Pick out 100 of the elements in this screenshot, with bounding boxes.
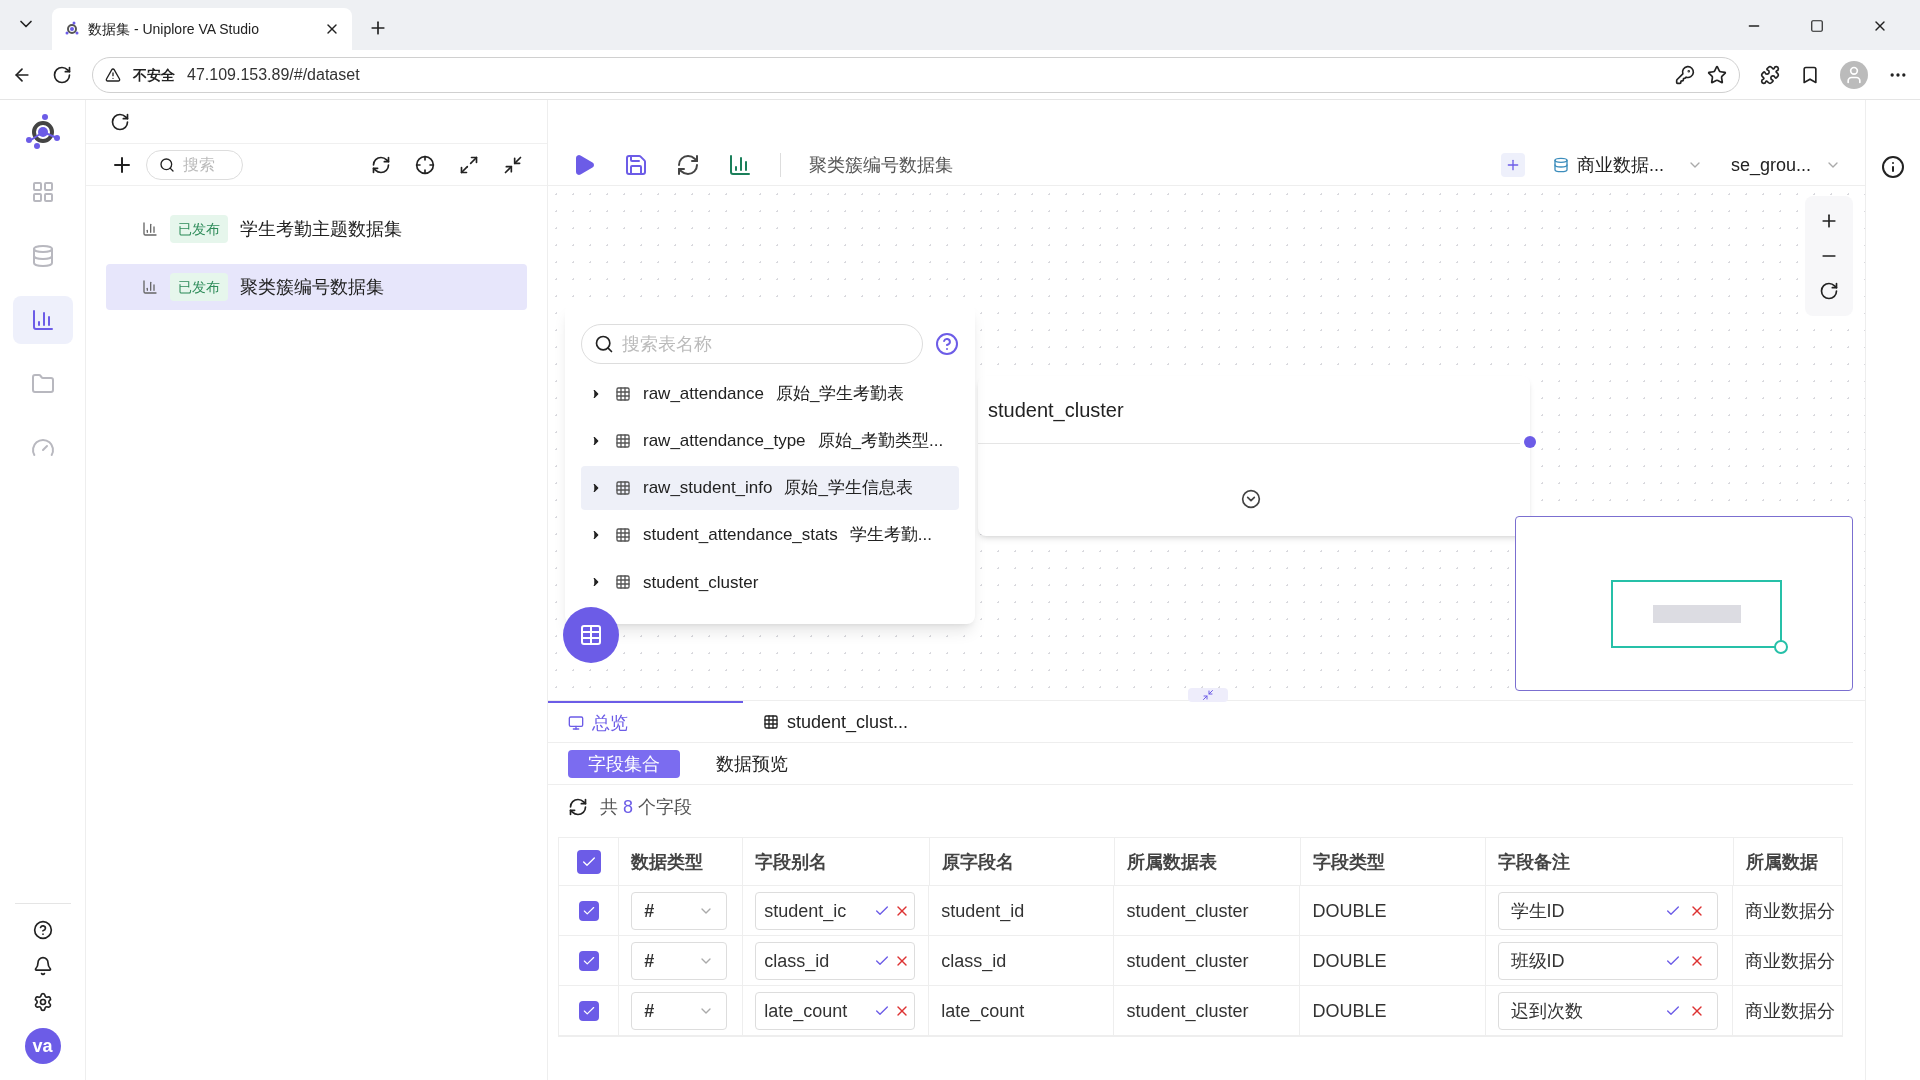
address-field[interactable]: 不安全 47.109.153.89/#/dataset xyxy=(92,56,1740,93)
table-icon xyxy=(615,574,631,591)
url-text: 47.109.153.89/#/dataset xyxy=(187,64,360,85)
chart-icon[interactable] xyxy=(728,152,752,177)
remark-field[interactable]: 学生ID xyxy=(1497,891,1718,930)
key-icon[interactable] xyxy=(1675,64,1695,85)
remark-field[interactable]: 迟到次数 xyxy=(1497,991,1718,1030)
refresh-icon[interactable] xyxy=(110,111,130,132)
sync-icon[interactable] xyxy=(371,154,391,175)
status-badge: 已发布 xyxy=(170,273,228,301)
dataset-icon xyxy=(142,221,158,237)
alias-field[interactable]: student_ic xyxy=(755,891,916,930)
info-icon[interactable] xyxy=(1881,155,1905,179)
reset-icon[interactable] xyxy=(1819,280,1839,301)
bell-icon[interactable] xyxy=(32,956,53,976)
sub-tab[interactable]: 数据预览 xyxy=(696,749,808,778)
warning-icon xyxy=(105,66,121,83)
column-header: 字段备注 xyxy=(1498,850,1571,874)
refresh-icon[interactable] xyxy=(568,797,588,817)
table-cell-text: DOUBLE xyxy=(1312,949,1387,973)
source-select[interactable]: 商业数据... xyxy=(1553,150,1703,179)
status-badge: 已发布 xyxy=(170,215,228,243)
favorites-icon[interactable] xyxy=(1800,64,1820,85)
row-checkbox[interactable] xyxy=(578,950,599,971)
star-icon[interactable] xyxy=(1707,64,1727,85)
table-list-button[interactable] xyxy=(563,607,619,663)
column-header: 字段别名 xyxy=(755,850,828,874)
table-name: student_attendance_stats xyxy=(643,524,838,547)
database-icon xyxy=(30,244,55,268)
dataset-name: 聚类簇编号数据集 xyxy=(240,276,384,299)
database-icon xyxy=(1553,156,1569,173)
select-all-checkbox[interactable] xyxy=(576,849,601,874)
alias-field[interactable]: late_count xyxy=(755,991,916,1030)
locate-icon[interactable] xyxy=(415,154,435,175)
browser-tab[interactable]: 数据集 - Uniplore VA Studio xyxy=(52,8,352,50)
table-cell-text: 商业数据分 xyxy=(1745,949,1835,973)
column-header: 原字段名 xyxy=(941,850,1014,874)
dataset-title: 聚类簇编号数据集 xyxy=(809,153,953,177)
dataset-item[interactable]: 已发布 聚类簇编号数据集 xyxy=(106,264,527,310)
alias-field[interactable]: class_id xyxy=(755,941,916,980)
table-cell-text: student_id xyxy=(941,899,1025,924)
user-avatar[interactable]: va xyxy=(24,1028,61,1064)
table-cell-text: student_cluster xyxy=(1126,899,1249,924)
table-cell-text: 商业数据分 xyxy=(1745,899,1835,923)
reload-icon[interactable] xyxy=(52,64,72,85)
table-name: raw_attendance xyxy=(643,382,764,405)
table-icon xyxy=(763,713,779,730)
table-cell-text: late_count xyxy=(941,999,1025,1024)
dataset-item[interactable]: 已发布 学生考勤主题数据集 xyxy=(106,206,527,252)
table-icon xyxy=(615,385,631,402)
table-name: raw_student_info xyxy=(643,477,773,500)
nav-item[interactable] xyxy=(12,296,73,344)
panel-tab[interactable]: student_clust... xyxy=(743,701,938,742)
table-cell-text: student_cluster xyxy=(1126,949,1249,974)
settings-icon[interactable] xyxy=(32,992,53,1012)
table-name: student_cluster xyxy=(643,571,759,594)
extensions-icon[interactable] xyxy=(1760,64,1780,85)
node-title: student_cluster xyxy=(988,398,1124,424)
save-icon[interactable] xyxy=(624,152,648,177)
dataset-icon xyxy=(142,279,158,295)
row-checkbox[interactable] xyxy=(578,900,599,921)
table-list-item[interactable]: raw_student_info 原始_学生信息表 xyxy=(581,466,959,510)
sub-tab[interactable]: 字段集合 xyxy=(568,749,680,778)
collapse-icon xyxy=(1202,689,1214,701)
row-checkbox[interactable] xyxy=(578,1000,599,1021)
table-icon xyxy=(579,623,603,647)
collapse-icon[interactable] xyxy=(503,154,523,175)
sync-icon[interactable] xyxy=(676,152,700,177)
table-comment: 原始_学生信息表 xyxy=(784,477,913,500)
table-cell-text: DOUBLE xyxy=(1312,899,1387,923)
monitor-icon xyxy=(568,714,584,731)
restore-icon[interactable] xyxy=(1810,19,1824,33)
resize-handle[interactable] xyxy=(1774,640,1788,654)
type-select[interactable]: # xyxy=(631,991,728,1030)
apps-icon xyxy=(30,180,55,204)
resize-handle[interactable] xyxy=(1188,688,1228,702)
column-header: 所属数据 xyxy=(1745,850,1818,874)
search-icon xyxy=(594,334,614,354)
expand-icon[interactable] xyxy=(1241,489,1261,509)
remark-field[interactable]: 班级ID xyxy=(1497,941,1718,980)
column-header: 数据类型 xyxy=(631,850,704,874)
schema-select[interactable]: se_grou... xyxy=(1731,150,1841,179)
type-select[interactable]: # xyxy=(631,891,728,930)
table-icon xyxy=(615,480,631,496)
type-select[interactable]: # xyxy=(631,941,728,980)
table-comment: 原始_考勤类型... xyxy=(817,430,944,453)
field-count: 共 8 个字段 xyxy=(600,796,693,819)
security-label: 不安全 xyxy=(133,65,175,85)
table-node[interactable]: student_cluster xyxy=(978,376,1530,536)
table-cell-text: student_cluster xyxy=(1126,999,1249,1024)
table-cell-text: 商业数据分 xyxy=(1745,999,1835,1023)
table-icon xyxy=(615,432,631,449)
expand-icon[interactable] xyxy=(459,154,479,175)
dataset-icon xyxy=(30,308,55,332)
column-header: 字段类型 xyxy=(1313,850,1386,874)
table-cell-text: DOUBLE xyxy=(1312,999,1387,1023)
panel-tab[interactable]: 总览 xyxy=(548,701,743,742)
column-header: 所属数据表 xyxy=(1126,850,1217,874)
help-icon[interactable] xyxy=(32,920,53,940)
table-name: raw_attendance_type xyxy=(643,430,806,453)
